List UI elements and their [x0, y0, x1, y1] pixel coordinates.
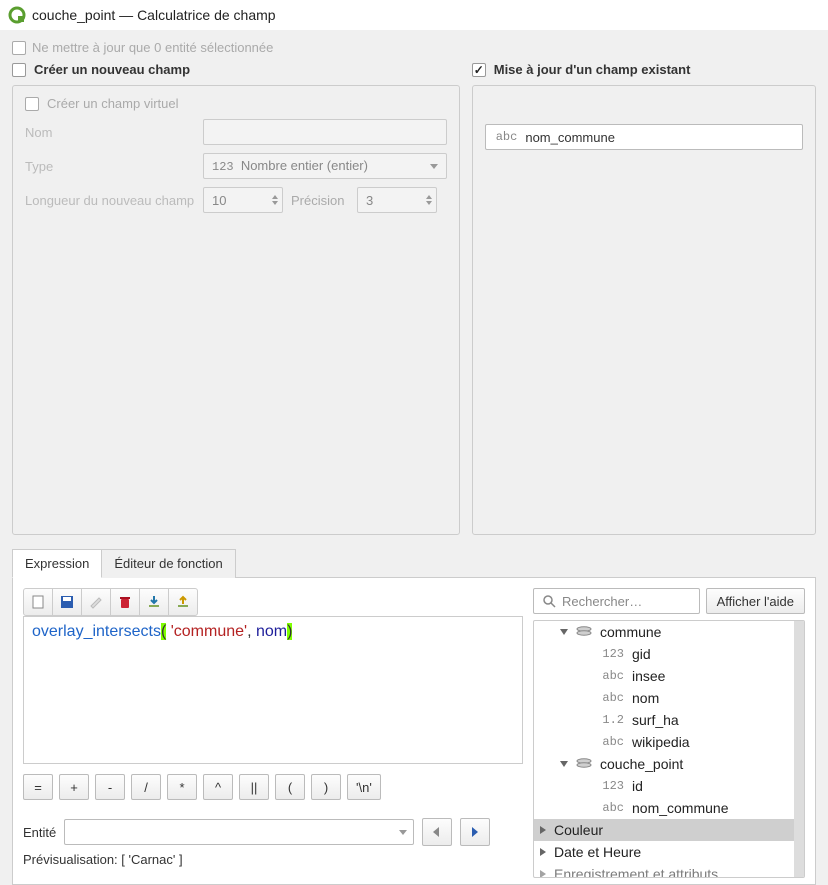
length-label: Longueur du nouveau champ: [25, 193, 195, 208]
tree-field[interactable]: 1.2surf_ha: [534, 709, 794, 731]
virtual-field-label: Créer un champ virtuel: [47, 96, 179, 111]
show-help-button[interactable]: Afficher l'aide: [706, 588, 805, 614]
name-input: [203, 119, 447, 145]
op-plus[interactable]: +: [59, 774, 89, 800]
only-selected-checkbox[interactable]: [12, 41, 26, 55]
export-icon[interactable]: [168, 588, 198, 616]
layer-icon: [576, 626, 592, 638]
title-bar: couche_point — Calculatrice de champ: [0, 0, 828, 30]
update-field-combo[interactable]: abc nom_commune: [485, 124, 803, 150]
function-tree[interactable]: commune 123gid abcinsee abcnom 1.2surf_h…: [534, 621, 794, 877]
create-field-title: Créer un nouveau champ: [34, 62, 190, 77]
op-div[interactable]: /: [131, 774, 161, 800]
op-newline[interactable]: '\n': [347, 774, 381, 800]
chevron-right-icon[interactable]: [540, 826, 546, 834]
precision-spinner: 3: [357, 187, 437, 213]
op-minus[interactable]: -: [95, 774, 125, 800]
entity-label: Entité: [23, 825, 56, 840]
tree-field[interactable]: abcnom: [534, 687, 794, 709]
tree-field[interactable]: abcnom_commune: [534, 797, 794, 819]
length-spinner: 10: [203, 187, 283, 213]
chevron-down-icon: [430, 164, 438, 169]
update-field-title: Mise à jour d'un champ existant: [494, 62, 691, 77]
window-title: couche_point — Calculatrice de champ: [32, 7, 276, 23]
chevron-down-icon: [399, 830, 407, 835]
tree-layer-couche-point[interactable]: couche_point: [534, 753, 794, 775]
preview-label: Prévisualisation:: [23, 852, 121, 867]
function-search-input[interactable]: Rechercher…: [533, 588, 700, 614]
operator-row: = + - / * ^ || ( ) '\n': [23, 774, 523, 800]
qgis-icon: [8, 6, 26, 24]
prev-entity-button[interactable]: [422, 818, 452, 846]
tree-group-datetime[interactable]: Date et Heure: [534, 841, 794, 863]
name-label: Nom: [25, 125, 195, 140]
chevron-right-icon[interactable]: [540, 870, 546, 877]
op-mul[interactable]: *: [167, 774, 197, 800]
save-icon[interactable]: [52, 588, 82, 616]
precision-label: Précision: [291, 193, 349, 208]
op-lparen[interactable]: (: [275, 774, 305, 800]
edit-icon[interactable]: [81, 588, 111, 616]
chevron-right-icon[interactable]: [540, 848, 546, 856]
tab-expression[interactable]: Expression: [12, 549, 102, 578]
create-field-checkbox[interactable]: [12, 63, 26, 77]
op-rparen[interactable]: ): [311, 774, 341, 800]
create-field-panel: Créer un champ virtuel Nom Type 123 Nomb…: [12, 85, 460, 535]
new-icon[interactable]: [23, 588, 53, 616]
import-icon[interactable]: [139, 588, 169, 616]
op-eq[interactable]: =: [23, 774, 53, 800]
tree-field[interactable]: abcinsee: [534, 665, 794, 687]
delete-icon[interactable]: [110, 588, 140, 616]
tab-function-editor[interactable]: Éditeur de fonction: [101, 549, 235, 578]
tree-field[interactable]: abcwikipedia: [534, 731, 794, 753]
virtual-field-checkbox: [25, 97, 39, 111]
expression-toolbar: [23, 588, 523, 616]
search-icon: [542, 594, 556, 608]
tree-field[interactable]: 123id: [534, 775, 794, 797]
update-field-value: nom_commune: [525, 130, 615, 145]
tree-field[interactable]: 123gid: [534, 643, 794, 665]
layer-icon: [576, 758, 592, 770]
tree-scrollbar[interactable]: [794, 621, 804, 877]
chevron-down-icon[interactable]: [560, 629, 568, 635]
tree-layer-commune[interactable]: commune: [534, 621, 794, 643]
op-concat[interactable]: ||: [239, 774, 269, 800]
only-selected-label: Ne mettre à jour que 0 entité sélectionn…: [32, 40, 273, 55]
preview-value: [ 'Carnac' ]: [121, 852, 182, 867]
tree-group-record[interactable]: Enregistrement et attributs: [534, 863, 794, 877]
type-combo: 123 Nombre entier (entier): [203, 153, 447, 179]
tree-group-color[interactable]: Couleur: [534, 819, 794, 841]
entity-combo[interactable]: [64, 819, 414, 845]
op-pow[interactable]: ^: [203, 774, 233, 800]
chevron-down-icon[interactable]: [560, 761, 568, 767]
type-label: Type: [25, 159, 195, 174]
next-entity-button[interactable]: [460, 818, 490, 846]
expression-editor[interactable]: overlay_intersects( 'commune', nom): [23, 616, 523, 764]
update-field-panel: abc nom_commune: [472, 85, 816, 535]
update-field-checkbox[interactable]: [472, 63, 486, 77]
